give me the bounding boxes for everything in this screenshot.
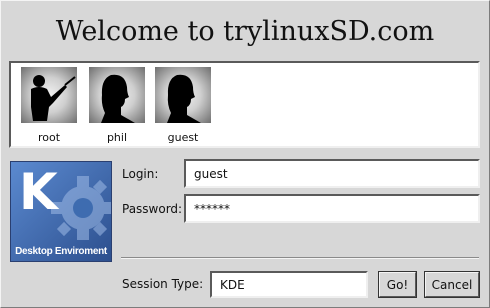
divider <box>121 257 479 259</box>
head-silhouette-icon <box>89 67 145 123</box>
welcome-title: Welcome to trylinuxSD.com <box>55 16 435 47</box>
user-item-root[interactable]: root <box>21 67 77 144</box>
session-type-label: Session Type: <box>122 277 204 291</box>
session-type-field[interactable]: KDE <box>210 271 368 298</box>
password-label: Password: <box>122 202 183 216</box>
kde-letter: K <box>19 163 58 221</box>
user-list-panel: root phil guest <box>9 61 480 148</box>
go-button[interactable]: Go! <box>378 271 417 298</box>
kde-logo: K Desktop Enviroment <box>10 161 112 262</box>
user-item-phil[interactable]: phil <box>89 67 145 144</box>
conductor-icon <box>21 67 77 123</box>
head-silhouette-icon <box>155 67 211 123</box>
login-input[interactable]: guest <box>184 159 480 188</box>
login-label: Login: <box>122 167 159 181</box>
logo-caption: Desktop Enviroment <box>15 246 107 257</box>
user-name-root: root <box>37 131 61 144</box>
user-item-guest[interactable]: guest <box>155 67 211 144</box>
user-name-guest: guest <box>167 131 199 144</box>
cancel-button[interactable]: Cancel <box>424 271 480 298</box>
user-name-phil: phil <box>106 131 128 144</box>
password-input[interactable]: ****** <box>184 194 480 223</box>
